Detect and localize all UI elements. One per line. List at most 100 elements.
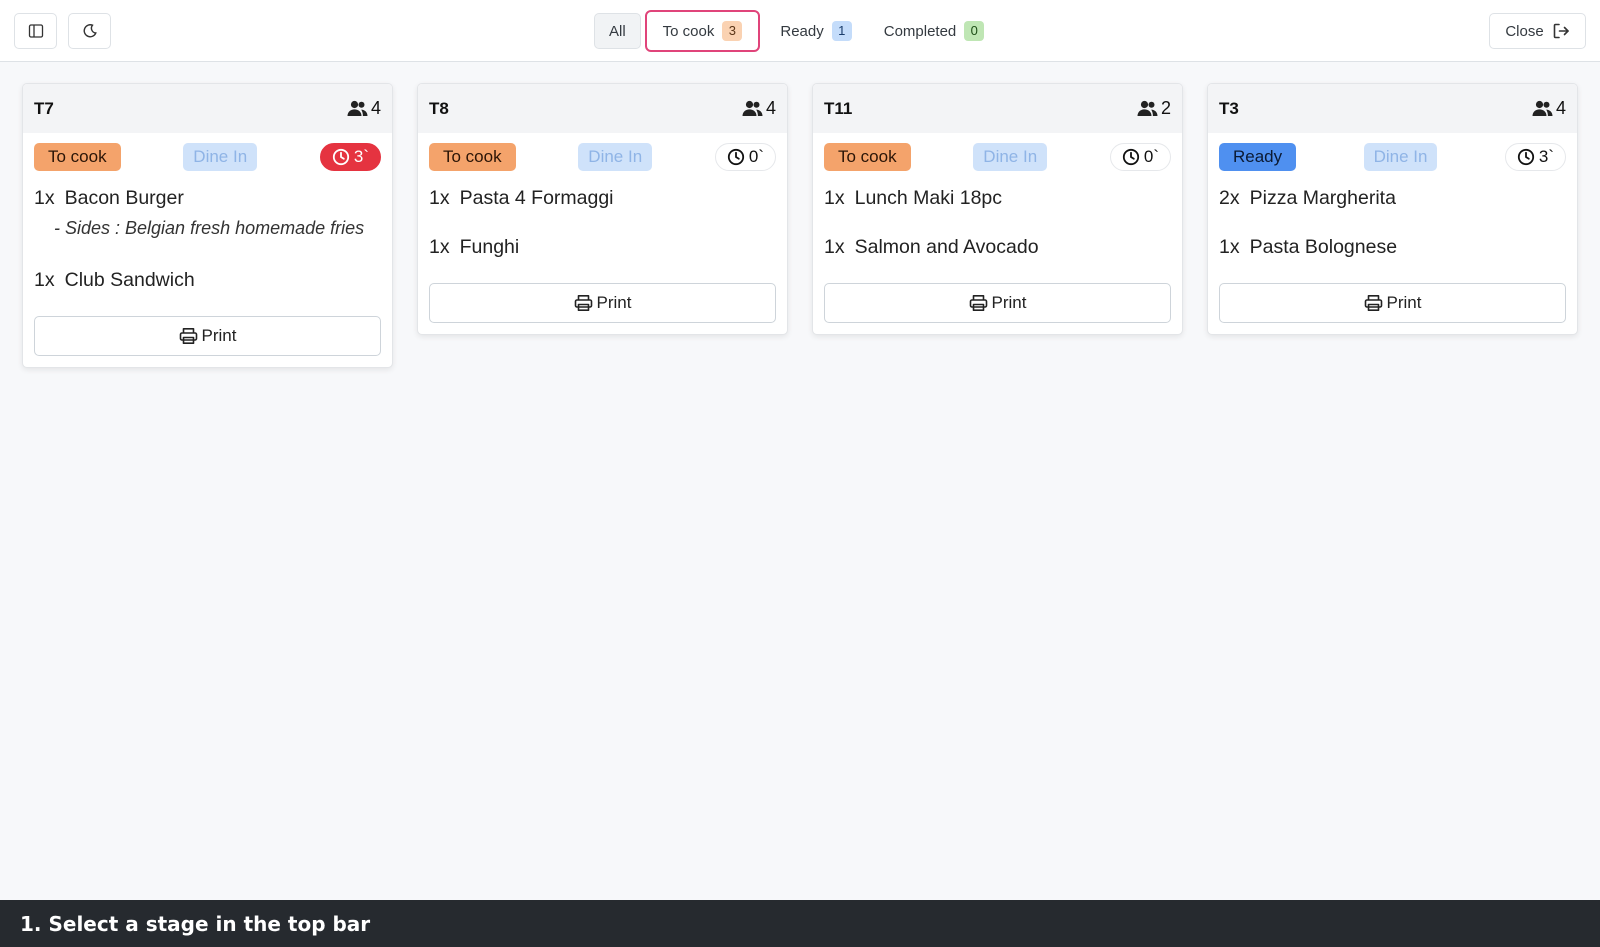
order-line: 1x Salmon and Avocado [824, 236, 1171, 259]
clock-icon [332, 148, 349, 166]
stage-ready[interactable]: Ready 1 [764, 13, 867, 49]
line-product: Salmon and Avocado [854, 236, 1039, 258]
timer-badge: 0` [1109, 143, 1171, 171]
users-icon [742, 100, 763, 116]
print-button[interactable]: Print [34, 316, 381, 356]
timer-value: 3` [1538, 147, 1554, 166]
stage-completed[interactable]: Completed 0 [868, 13, 1001, 49]
stage-label: Completed [883, 22, 957, 40]
instruction-text: 1. Select a stage in the top bar [20, 911, 371, 936]
stage-count-badge: 1 [831, 21, 852, 41]
guest-count-value: 4 [765, 98, 776, 118]
timer-badge: 3` [319, 143, 381, 171]
line-qty: 1x [429, 187, 450, 209]
line-product: Bacon Burger [64, 187, 184, 209]
print-button[interactable]: Print [824, 283, 1171, 323]
line-product: Pizza Margherita [1249, 187, 1396, 209]
order-line: 1x Club Sandwich [34, 269, 381, 292]
card-badges: To cook Dine In 0` [824, 143, 1171, 171]
stage-count-badge: 3 [722, 21, 743, 41]
line-product: Lunch Maki 18pc [854, 187, 1003, 209]
timer-value: 0` [748, 147, 764, 166]
line-product: Pasta 4 Formaggi [459, 187, 614, 209]
status-badge: To cook [429, 143, 516, 171]
sidebar-toggle-button[interactable] [14, 13, 57, 49]
order-card[interactable]: T3 4 Ready Dine In 3` 2x Pizza Margherit… [1207, 83, 1578, 335]
order-cards: T7 4 To cook Dine In 3` 1x Bacon Burger … [22, 83, 1578, 368]
card-badges: To cook Dine In 0` [429, 143, 776, 171]
card-badges: Ready Dine In 3` [1219, 143, 1566, 171]
close-label: Close [1505, 22, 1544, 40]
line-qty: 2x [1219, 187, 1240, 209]
card-badges: To cook Dine In 3` [34, 143, 381, 171]
print-label: Print [596, 293, 632, 312]
line-product: Funghi [459, 236, 520, 258]
order-card[interactable]: T11 2 To cook Dine In 0` 1x Lunch Maki 1… [812, 83, 1183, 335]
close-button[interactable]: Close [1489, 13, 1586, 49]
card-header: T3 4 [1208, 84, 1577, 133]
order-lines: 2x Pizza Margherita 1x Pasta Bolognese [1219, 187, 1566, 259]
table-name: T3 [1219, 98, 1239, 118]
table-name: T8 [429, 98, 449, 118]
print-label: Print [201, 326, 237, 345]
stage-all[interactable]: All [594, 13, 641, 49]
line-qty: 1x [429, 236, 450, 258]
order-line: 1x Pasta Bolognese [1219, 236, 1566, 259]
status-badge: Ready [1219, 143, 1297, 171]
timer-value: 3` [353, 147, 369, 166]
print-label: Print [991, 293, 1027, 312]
order-line: 2x Pizza Margherita [1219, 187, 1566, 210]
top-bar: All To cook 3 Ready 1 Completed 0 Close [0, 0, 1600, 62]
guest-count-value: 4 [1555, 98, 1566, 118]
line-product: Pasta Bolognese [1249, 236, 1398, 258]
print-button[interactable]: Print [429, 283, 776, 323]
instruction-bar: 1. Select a stage in the top bar [0, 900, 1600, 947]
table-name: T7 [34, 98, 54, 118]
stage-label: To cook [662, 22, 715, 40]
users-icon [347, 100, 368, 116]
users-icon [1137, 100, 1158, 116]
card-header: T7 4 [23, 84, 392, 133]
order-line: 1x Funghi [429, 236, 776, 259]
line-product: Club Sandwich [64, 269, 195, 291]
sign-out-icon [1553, 23, 1569, 39]
line-qty: 1x [1219, 236, 1240, 258]
clock-icon [727, 148, 744, 166]
order-line: 1x Lunch Maki 18pc [824, 187, 1171, 210]
stage-count-badge: 0 [964, 21, 985, 41]
line-qty: 1x [824, 187, 845, 209]
printer-icon [1364, 295, 1382, 311]
order-lines: 1x Pasta 4 Formaggi 1x Funghi [429, 187, 776, 259]
order-lines: 1x Lunch Maki 18pc 1x Salmon and Avocado [824, 187, 1171, 259]
card-body: To cook Dine In 3` 1x Bacon Burger - Sid… [23, 133, 392, 367]
moon-icon [83, 24, 97, 38]
status-badge: To cook [824, 143, 911, 171]
guest-count-value: 4 [370, 98, 381, 118]
order-type-badge: Dine In [183, 143, 258, 171]
line-qty: 1x [824, 236, 845, 258]
line-qty: 1x [34, 269, 55, 291]
timer-value: 0` [1143, 147, 1159, 166]
print-label: Print [1386, 293, 1422, 312]
guest-count: 4 [347, 98, 381, 119]
print-button[interactable]: Print [1219, 283, 1566, 323]
printer-icon [179, 328, 197, 344]
guest-count-value: 2 [1160, 98, 1171, 118]
printer-icon [969, 295, 987, 311]
timer-badge: 0` [714, 143, 776, 171]
theme-toggle-button[interactable] [68, 13, 111, 49]
order-type-badge: Dine In [973, 143, 1048, 171]
stage-label: All [609, 22, 626, 40]
stage-label: Ready [780, 22, 824, 40]
order-card[interactable]: T7 4 To cook Dine In 3` 1x Bacon Burger … [22, 83, 393, 368]
users-icon [1532, 100, 1553, 116]
order-type-badge: Dine In [1363, 143, 1438, 171]
card-header: T11 2 [813, 84, 1182, 133]
clock-icon [1517, 148, 1534, 166]
card-body: To cook Dine In 0` 1x Pasta 4 Formaggi 1… [418, 133, 787, 334]
order-card[interactable]: T8 4 To cook Dine In 0` 1x Pasta 4 Forma… [417, 83, 788, 335]
status-badge: To cook [34, 143, 121, 171]
card-header: T8 4 [418, 84, 787, 133]
guest-count: 2 [1137, 98, 1171, 119]
stage-to-cook[interactable]: To cook 3 [644, 10, 761, 52]
